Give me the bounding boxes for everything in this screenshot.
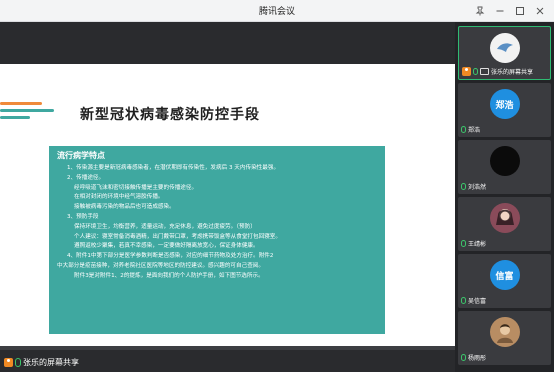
participant-tile[interactable]: 张乐的屏幕共享 — [458, 26, 551, 80]
shared-screen: 新型冠状病毒感染防控手段 流行病学特点 1、传染源主要是新冠病毒感染者，在潜伏期… — [0, 22, 455, 372]
slide-decoration-bar — [0, 109, 54, 112]
participant-sidebar: 张乐的屏幕共享 郑浩 郑浩 刘浩然 王靖彬 信富 吴信富 杨雨彤 — [455, 22, 554, 372]
slide-decoration-bar — [0, 116, 30, 119]
participant-tile[interactable]: 郑浩 郑浩 — [458, 83, 551, 137]
shared-screen-top-band — [0, 22, 455, 64]
screen-share-icon — [480, 68, 489, 75]
participant-tile[interactable]: 信富 吴信富 — [458, 254, 551, 308]
window-title: 腾讯会议 — [258, 7, 295, 17]
content-line: 3、预防手段 — [67, 213, 99, 220]
avatar: 郑浩 — [489, 89, 520, 119]
microphone-icon — [461, 297, 466, 304]
participant-name: 杨雨彤 — [461, 353, 486, 362]
microphone-icon — [473, 68, 478, 75]
maximize-icon[interactable] — [512, 3, 528, 19]
content-line: 在相对封闭的环境中经气溶胶传播。 — [74, 194, 164, 201]
microphone-icon — [15, 358, 21, 367]
content-line: 附件3是对附件1、2的提炼，是面向我们的个人防护手册，如下图节选所示。 — [74, 272, 264, 279]
avatar — [489, 317, 520, 347]
share-label-text: 张乐的屏幕共享 — [23, 358, 79, 367]
close-icon[interactable] — [532, 3, 548, 19]
avatar: 信富 — [489, 260, 520, 290]
slide-decoration-bar — [0, 102, 42, 105]
participant-name: 刘浩然 — [461, 182, 486, 191]
pin-icon[interactable] — [472, 3, 488, 19]
participant-name: 张乐的屏幕共享 — [462, 67, 533, 76]
content-line: 保持环境卫生，均衡营养，适量运动，充足休息，避免过度疲劳。（预防） — [74, 223, 256, 230]
content-line: 遵照返校少聚集，若真不幸感染，一定要做好隔离放宽心，保证身体健康。 — [74, 243, 259, 250]
participant-name-text: 郑浩 — [468, 127, 481, 134]
content-line: 接触被病毒污染的物品后也可造成感染。 — [74, 204, 175, 211]
content-line: 1、传染源主要是新冠病毒感染者，在潜伏期即有传染性，发病后 3 天内传染性最强。 — [67, 165, 280, 171]
participant-tile[interactable]: 王靖彬 — [458, 197, 551, 251]
person-icon — [462, 67, 471, 76]
participant-name-text: 张乐的屏幕共享 — [491, 69, 534, 76]
participant-name-text: 刘浩然 — [468, 184, 487, 191]
participant-name: 吴信富 — [461, 296, 486, 305]
presentation-slide: 新型冠状病毒感染防控手段 流行病学特点 1、传染源主要是新冠病毒感染者，在潜伏期… — [0, 64, 455, 346]
microphone-icon — [461, 126, 466, 133]
microphone-icon — [461, 354, 466, 361]
content-line: 经呼吸道飞沫和密切接触传播是主要的传播途径。 — [74, 184, 198, 191]
participant-tile[interactable]: 杨雨彤 — [458, 311, 551, 365]
slide-title: 新型冠状病毒感染防控手段 — [80, 107, 260, 123]
share-label: 张乐的屏幕共享 — [4, 357, 79, 368]
title-bar: 腾讯会议 — [0, 0, 554, 22]
avatar — [489, 33, 520, 63]
participant-name-text: 吴信富 — [468, 298, 487, 305]
content-line: 个人建议：寝室常备消毒酒精，出门戴带口罩，考虑携带饭盒等从食堂打包回寝室。 — [74, 233, 281, 240]
minimize-icon[interactable] — [492, 3, 508, 19]
microphone-icon — [461, 240, 466, 247]
microphone-icon — [461, 183, 466, 190]
avatar — [489, 146, 520, 176]
participant-tile[interactable]: 刘浩然 — [458, 140, 551, 194]
content-line: 2、传播途径。 — [67, 174, 105, 181]
content-line: 4、附件1中第下部分是医学参数判断是否感染，对应的细节药物及处方治疗。附件2 — [67, 253, 274, 260]
participant-name-text: 杨雨彤 — [468, 355, 487, 362]
window-controls — [472, 3, 548, 19]
slide-content-box: 流行病学特点 1、传染源主要是新冠病毒感染者，在潜伏期即有传染性，发病后 3 天… — [49, 146, 385, 334]
person-icon — [4, 358, 13, 367]
participant-name-text: 王靖彬 — [468, 241, 487, 248]
avatar — [489, 203, 520, 233]
participant-name: 郑浩 — [461, 125, 480, 134]
content-heading: 流行病学特点 — [57, 151, 105, 160]
content-line: 中大部分是疫苗接种，对养老院社区医院等地区的防控建议。感兴趣的可自己查阅。 — [57, 262, 264, 269]
participant-name: 王靖彬 — [461, 239, 486, 248]
